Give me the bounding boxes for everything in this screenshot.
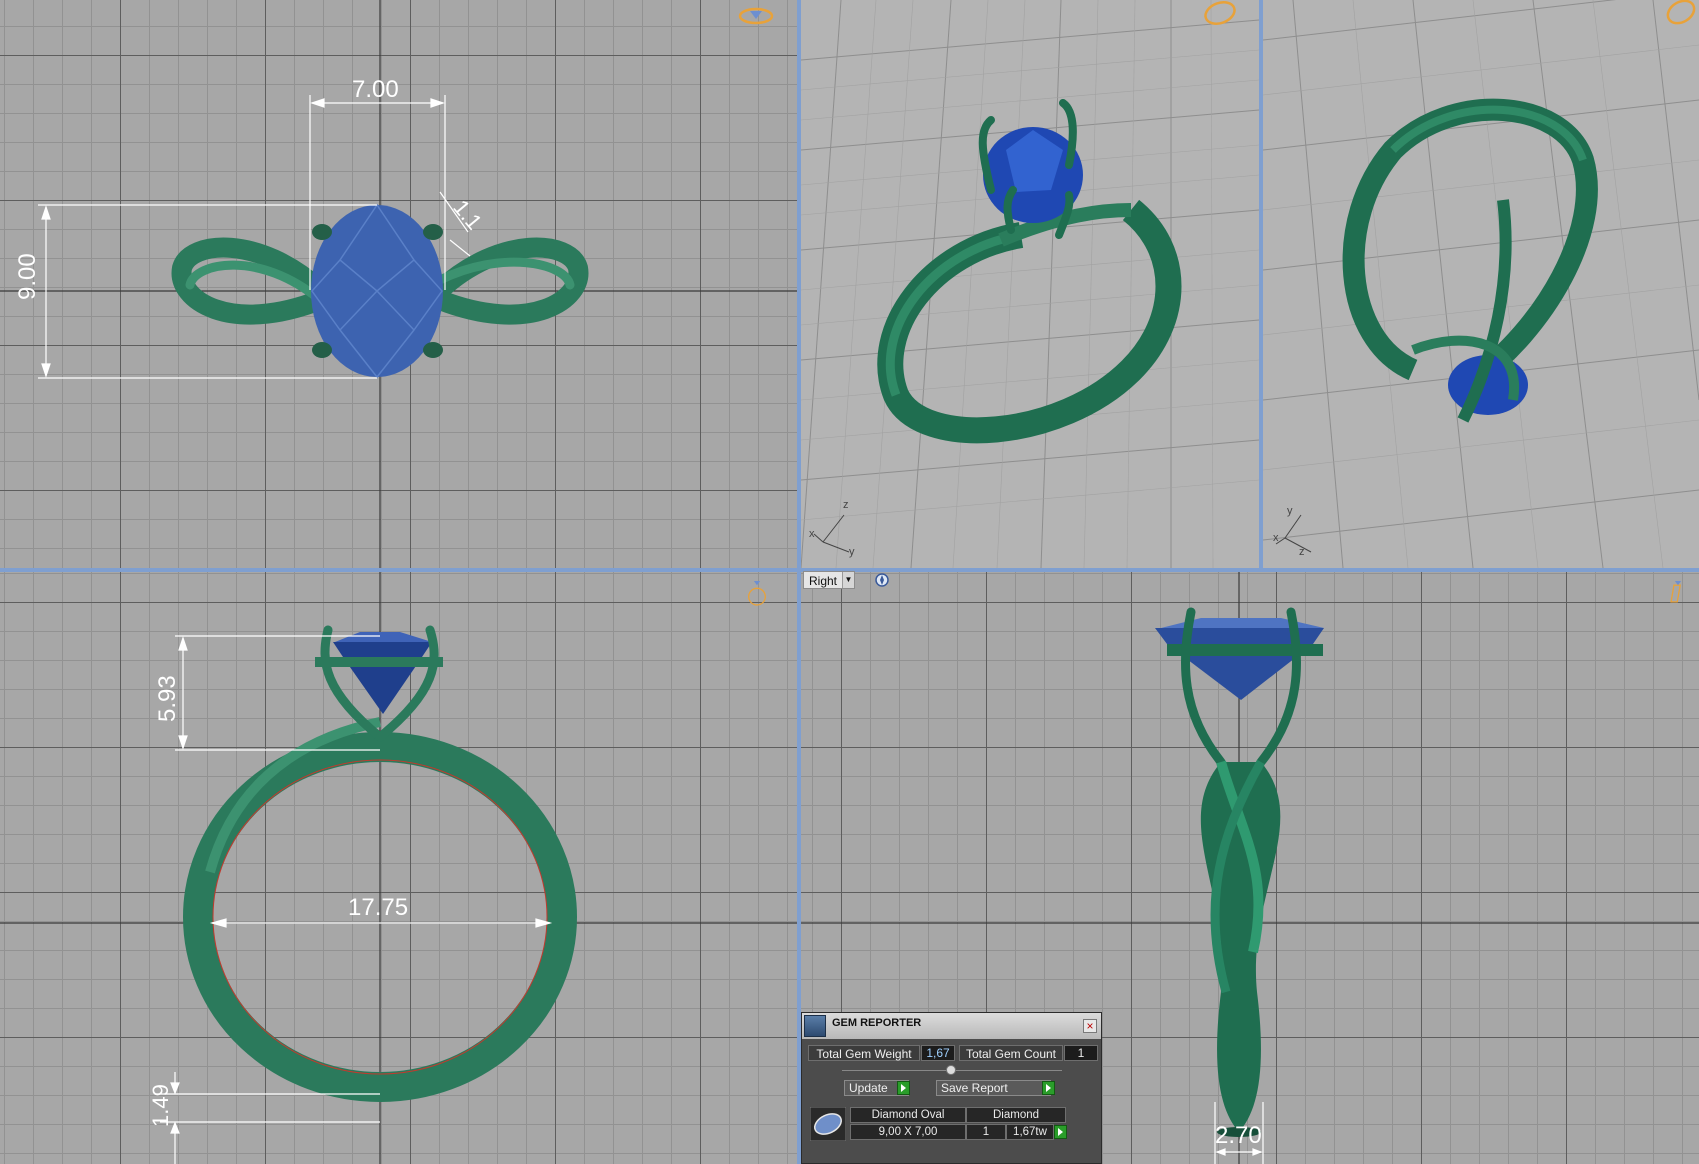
viewport-front[interactable]: 5.93 17.75 1.49 [0, 572, 797, 1164]
dim-top-height: 9.00 [14, 253, 41, 300]
total-gem-count-label: Total Gem Count [959, 1045, 1063, 1061]
total-gem-weight-label: Total Gem Weight [808, 1045, 920, 1061]
total-gem-weight-value: 1,67 [921, 1045, 955, 1061]
camera-orbit-icon[interactable] [737, 2, 775, 28]
total-gem-count-value: 1 [1064, 1045, 1098, 1061]
save-report-button-label: Save Report [941, 1081, 1008, 1095]
save-report-go-icon[interactable] [1042, 1081, 1055, 1095]
viewport-separator-persp[interactable] [1259, 0, 1263, 568]
camera-orbit-icon[interactable] [1659, 0, 1697, 26]
camera-orbit-icon[interactable] [1659, 580, 1697, 606]
dim-shank-thickness: 1.49 [148, 1084, 173, 1127]
dim-setting-height: 5.93 [154, 675, 181, 722]
gem-reporter-icon [804, 1015, 826, 1037]
axis-label-y: y [849, 546, 855, 558]
axis-label-x: x [809, 528, 815, 540]
update-button-label: Update [849, 1081, 888, 1095]
viewport-separator-vertical[interactable] [797, 0, 801, 1164]
view-selector-label: Right [809, 574, 838, 588]
navigation-compass-icon[interactable] [874, 572, 890, 588]
update-go-icon[interactable] [897, 1081, 910, 1095]
gem-reporter-titlebar[interactable]: GEM REPORTER × [802, 1013, 1101, 1039]
gem-weight: 1,67tw [1006, 1124, 1054, 1140]
viewport-top[interactable]: 7.00 9.00 1.1 [0, 0, 797, 568]
camera-orbit-icon[interactable] [1201, 0, 1239, 26]
ring-band-persp1 [877, 199, 1182, 444]
view-selector-dropdown[interactable]: Right ▼ [803, 571, 855, 589]
close-icon[interactable]: × [1083, 1019, 1097, 1033]
chevron-down-icon: ▼ [842, 572, 854, 588]
camera-orbit-icon[interactable] [738, 580, 776, 606]
gem-row[interactable]: Diamond Oval Diamond 9,00 X 7,00 1 1,67t… [808, 1105, 1096, 1145]
axis-label-z: z [1299, 546, 1305, 558]
gem-material: Diamond [966, 1107, 1066, 1123]
axis-label-z: z [843, 499, 849, 511]
gem-shape: Diamond Oval [850, 1107, 966, 1123]
gem-reporter-panel[interactable]: GEM REPORTER × Total Gem Weight 1,67 Tot… [801, 1012, 1102, 1164]
gem-reporter-title: GEM REPORTER [832, 1017, 922, 1029]
gem-size: 9,00 X 7,00 [850, 1124, 966, 1140]
axis-label-x: x [1273, 532, 1279, 544]
viewport-perspective-1[interactable]: z x y [801, 0, 1259, 568]
axis-gizmo-persp1 [813, 514, 850, 553]
dim-top-width: 7.00 [352, 76, 399, 103]
dim-inner-diameter: 17.75 [348, 894, 409, 921]
save-report-button[interactable]: Save Report [936, 1080, 1051, 1096]
gem-row-go-icon[interactable] [1054, 1125, 1067, 1139]
axis-label-y: y [1287, 505, 1293, 517]
viewport-perspective-2[interactable]: y x z [1263, 0, 1699, 568]
oval-gem-thumbnail-icon [810, 1107, 846, 1141]
gem-count: 1 [966, 1124, 1006, 1140]
panel-divider-handle[interactable] [946, 1065, 956, 1075]
dim-shank-width: 2.70 [1215, 1122, 1262, 1149]
